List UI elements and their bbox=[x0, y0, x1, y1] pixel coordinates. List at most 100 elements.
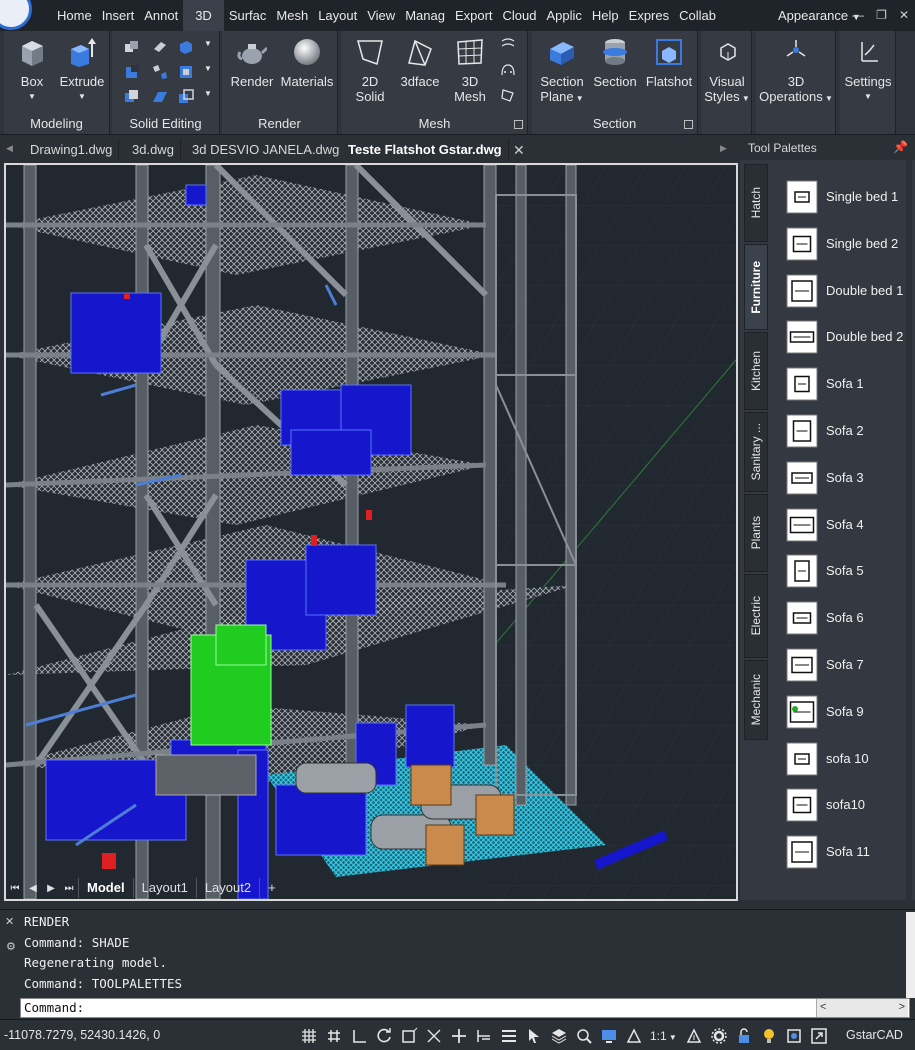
palette-tab-sanitary[interactable]: Sanitary ... bbox=[744, 412, 768, 492]
tab-layout2[interactable]: Layout2 bbox=[195, 878, 259, 898]
tab-layout[interactable]: Layout bbox=[313, 0, 362, 31]
tab-annotate[interactable]: Annot bbox=[139, 0, 183, 31]
palette-item[interactable]: Sofa 6 bbox=[780, 598, 915, 638]
palette-item[interactable]: Sofa 9 bbox=[780, 692, 915, 732]
3d-mesh-button[interactable]: 3D Mesh bbox=[446, 37, 494, 104]
tab-export[interactable]: Export bbox=[450, 0, 498, 31]
command-history-scrollbar[interactable] bbox=[906, 912, 915, 998]
palette-item[interactable]: Sofa 7 bbox=[780, 645, 915, 685]
extrude-face-icon[interactable] bbox=[178, 39, 194, 55]
union-icon[interactable] bbox=[124, 39, 140, 55]
annotation-scale-icon[interactable] bbox=[625, 1027, 643, 1045]
flatshot-button[interactable]: Flatshot bbox=[640, 37, 698, 89]
selection-cycling-icon[interactable] bbox=[525, 1027, 543, 1045]
3dface-button[interactable]: 3dface bbox=[396, 37, 444, 89]
palette-item[interactable]: Double bed 1 bbox=[780, 271, 915, 311]
appearance-dropdown[interactable]: Appearance ▼ bbox=[778, 0, 861, 31]
intersect-icon[interactable] bbox=[124, 89, 140, 105]
grid-icon[interactable] bbox=[300, 1027, 318, 1045]
palette-item[interactable]: sofa 10 bbox=[780, 739, 915, 779]
annotation-scale[interactable]: 1:1 ▼ bbox=[650, 1029, 677, 1043]
2d-solid-button[interactable]: 2D Solid bbox=[346, 37, 394, 104]
visual-styles-button[interactable]: Visual Styles ▼ bbox=[702, 37, 752, 106]
palette-item[interactable]: sofa10 bbox=[780, 785, 915, 825]
scroll-right-icon[interactable]: > bbox=[899, 1001, 905, 1013]
materials-button[interactable]: Materials bbox=[278, 37, 336, 89]
tab-scroll-left-icon[interactable]: ◀ bbox=[6, 143, 13, 154]
restore-icon[interactable]: ❐ bbox=[876, 8, 887, 22]
section-button[interactable]: Section bbox=[588, 37, 642, 89]
fillet-edge-icon[interactable] bbox=[152, 39, 168, 55]
tabsurf-icon[interactable] bbox=[500, 62, 516, 78]
isolate-objects-icon[interactable] bbox=[785, 1027, 803, 1045]
tab-express[interactable]: Expres bbox=[624, 0, 674, 31]
chevron-down-icon[interactable]: ▼ bbox=[204, 89, 212, 98]
scroll-left-icon[interactable]: < bbox=[820, 1001, 826, 1013]
subtract-icon[interactable] bbox=[124, 64, 140, 80]
palette-item[interactable]: Double bed 2 bbox=[780, 317, 915, 357]
doc-tab-drawing1[interactable]: Drawing1.dwg bbox=[24, 139, 120, 161]
section-dialog-launcher[interactable] bbox=[684, 120, 693, 129]
annotation-visibility-icon[interactable] bbox=[685, 1027, 703, 1045]
3d-operations-button[interactable]: 3D Operations ▼ bbox=[756, 37, 836, 106]
settings-button[interactable]: Settings ▼ bbox=[840, 37, 896, 104]
tab-3d[interactable]: 3D bbox=[183, 0, 224, 31]
palette-tab-plants[interactable]: Plants bbox=[744, 494, 768, 572]
shell-icon[interactable] bbox=[178, 64, 194, 80]
palette-tab-mechanic[interactable]: Mechanic bbox=[744, 660, 768, 740]
doc-tab-teste-flatshot[interactable]: Teste Flatshot Gstar.dwg bbox=[342, 139, 509, 161]
revsurf-icon[interactable] bbox=[500, 37, 516, 53]
chevron-down-icon[interactable]: ▼ bbox=[204, 64, 212, 73]
tab-manage[interactable]: Manag bbox=[400, 0, 450, 31]
section-plane-button[interactable]: Section Plane ▼ bbox=[534, 37, 590, 106]
lock-icon[interactable] bbox=[735, 1027, 753, 1045]
render-button[interactable]: Render bbox=[226, 37, 278, 89]
palette-item[interactable]: Sofa 4 bbox=[780, 505, 915, 545]
tab-applications[interactable]: Applic bbox=[541, 0, 586, 31]
workspace-icon[interactable] bbox=[600, 1027, 618, 1045]
palette-item[interactable]: Sofa 2 bbox=[780, 411, 915, 451]
tab-cloud[interactable]: Cloud bbox=[498, 0, 542, 31]
tab-view[interactable]: View bbox=[362, 0, 400, 31]
tab-layout1[interactable]: Layout1 bbox=[132, 878, 196, 898]
tab-model[interactable]: Model bbox=[78, 878, 133, 898]
app-logo[interactable] bbox=[0, 0, 32, 30]
dyn-input-icon[interactable] bbox=[475, 1027, 493, 1045]
palette-item[interactable]: Single bed 2 bbox=[780, 224, 915, 264]
rulesurf-icon[interactable] bbox=[500, 87, 516, 103]
ducs-icon[interactable] bbox=[450, 1027, 468, 1045]
palette-tab-kitchen[interactable]: Kitchen bbox=[744, 332, 768, 410]
first-layout-icon[interactable]: ⏮ bbox=[6, 883, 24, 894]
tab-scroll-right-icon[interactable]: ▶ bbox=[720, 143, 727, 154]
lineweight-icon[interactable] bbox=[500, 1027, 518, 1045]
palette-item[interactable]: Sofa 11 bbox=[780, 832, 915, 872]
mesh-dialog-launcher[interactable] bbox=[514, 120, 523, 129]
palette-tab-hatch[interactable]: Hatch bbox=[744, 164, 768, 242]
ortho-icon[interactable] bbox=[350, 1027, 368, 1045]
tab-surface[interactable]: Surfac bbox=[224, 0, 272, 31]
zoom-icon[interactable] bbox=[575, 1027, 593, 1045]
extrude-button[interactable]: Extrude ▼ bbox=[56, 37, 108, 104]
command-window-handle[interactable]: ✕ ⚙ bbox=[0, 910, 20, 1020]
copy-face-icon[interactable] bbox=[178, 89, 194, 105]
palette-tab-furniture[interactable]: Furniture bbox=[744, 244, 768, 330]
palette-item[interactable]: Single bed 1 bbox=[780, 177, 915, 217]
tab-home[interactable]: Home bbox=[52, 0, 97, 31]
close-icon[interactable]: ✕ bbox=[899, 8, 909, 22]
customize-icon[interactable]: ⚙ bbox=[6, 940, 16, 953]
prev-layout-icon[interactable]: ◀ bbox=[24, 883, 42, 894]
polar-icon[interactable] bbox=[375, 1027, 393, 1045]
lightbulb-icon[interactable] bbox=[760, 1027, 778, 1045]
chevron-down-icon[interactable]: ▼ bbox=[204, 39, 212, 48]
osnap-icon[interactable] bbox=[400, 1027, 418, 1045]
tab-collaborate[interactable]: Collab bbox=[674, 0, 721, 31]
palette-scrollbar[interactable] bbox=[906, 160, 912, 900]
pin-icon[interactable]: 📌 bbox=[893, 140, 908, 154]
palette-tab-electric[interactable]: Electric bbox=[744, 574, 768, 658]
palette-item[interactable]: Sofa 1 bbox=[780, 364, 915, 404]
palette-item[interactable]: Sofa 5 bbox=[780, 551, 915, 591]
doc-tab-3d[interactable]: 3d.dwg bbox=[126, 139, 181, 161]
last-layout-icon[interactable]: ⏭ bbox=[60, 883, 78, 894]
minimize-icon[interactable]: — bbox=[852, 8, 864, 22]
clean-screen-icon[interactable] bbox=[810, 1027, 828, 1045]
